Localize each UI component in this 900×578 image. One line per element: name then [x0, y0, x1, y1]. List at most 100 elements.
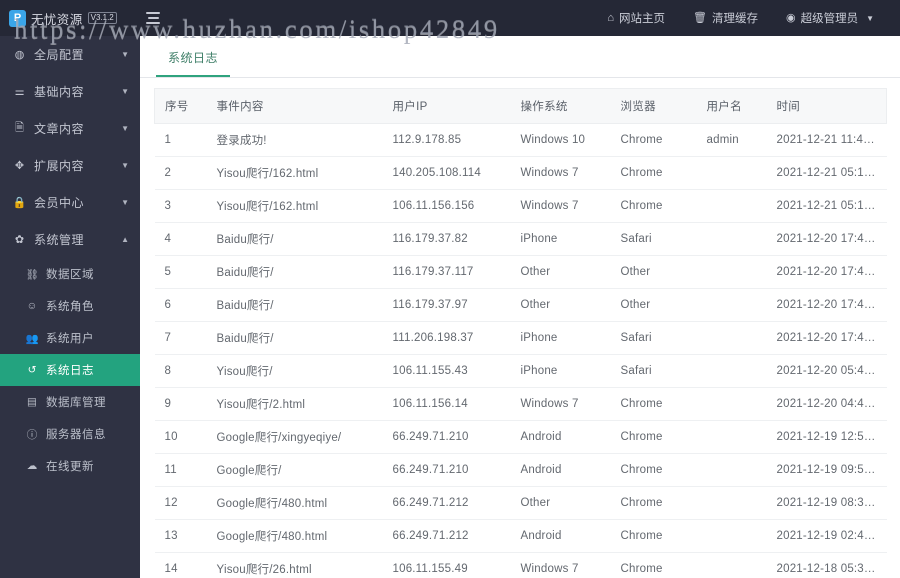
- cell-event: Google爬行/xingyeqiye/: [206, 420, 383, 454]
- col-header-user-ip: 用户IP: [382, 88, 511, 124]
- sidebar-subitem-server-info[interactable]: ⓘ 服务器信息: [0, 418, 140, 450]
- cell-browser: Safari: [610, 222, 697, 256]
- table-row[interactable]: 5 Baidu爬行/116.179.37.117 Other Other 2021-12…: [154, 255, 887, 289]
- cell-username: [696, 420, 767, 454]
- sidebar: ◍ 全局配置 ▼ ⚌ 基础内容 ▼ 🗎 文章内容 ▼ ✥ 扩展内容 ▼ 🔒 会员…: [0, 36, 140, 578]
- table-head: 序号 事件内容 用户IP 操作系统 浏览器 用户名 时间: [154, 88, 887, 124]
- sidebar-item-label: 会员中心: [34, 196, 85, 210]
- topnav-label: 网站主页: [619, 13, 665, 25]
- sidebar-subitem-label: 数据区域: [46, 269, 94, 281]
- brand-logo-area[interactable]: 无忧资源 V3.1.2: [0, 0, 140, 36]
- sidebar-item-global-config[interactable]: ◍ 全局配置 ▼: [0, 36, 140, 73]
- top-nav-right: ⌂ 网站主页 🗑 清理缓存 ◉ 超级管理员 ▼: [593, 0, 900, 36]
- sidebar-item-article-content[interactable]: 🗎 文章内容 ▼: [0, 110, 140, 147]
- topnav-item-website-home[interactable]: ⌂ 网站主页: [593, 0, 679, 36]
- cell-os: Android: [510, 519, 611, 553]
- cell-os: Android: [510, 420, 611, 454]
- cell-user-ip: 116.179.37.97: [382, 288, 511, 322]
- chevron-down-icon: ▼: [121, 198, 129, 207]
- cell-time: 2021-12-20 04:44:08: [766, 387, 887, 421]
- version-badge: V3.1.2: [87, 12, 117, 24]
- sidebar-subitem-data-region[interactable]: ⛓ 数据区域: [0, 258, 140, 290]
- cell-index: 1: [154, 123, 207, 157]
- sidebar-item-basic-content[interactable]: ⚌ 基础内容 ▼: [0, 73, 140, 110]
- sidebar-subitem-online-update[interactable]: ☁ 在线更新: [0, 450, 140, 482]
- brand-name: 无忧资源: [31, 12, 83, 27]
- database-icon: ▤: [27, 396, 37, 408]
- table-body: 1 登录成功! 112.9.178.85 Windows 10 Chrome admin 2…: [154, 123, 887, 578]
- sidebar-item-label: 文章内容: [34, 122, 85, 136]
- topnav-item-clear-cache[interactable]: 🗑 清理缓存: [679, 0, 772, 36]
- sidebar-item-member-center[interactable]: 🔒 会员中心 ▼: [0, 184, 140, 221]
- col-header-index: 序号: [154, 88, 207, 124]
- sidebar-item-label: 基础内容: [34, 85, 85, 99]
- cell-browser: Chrome: [610, 519, 697, 553]
- cell-user-ip: 106.11.155.49: [382, 552, 511, 578]
- table-row[interactable]: 14 Yisou爬行/26.html 106.11.155.49 Windows 7C…: [154, 552, 887, 578]
- cell-os: iPhone: [510, 321, 611, 355]
- chevron-down-icon: ▼: [121, 50, 129, 59]
- sidebar-subitem-database-management[interactable]: ▤ 数据库管理: [0, 386, 140, 418]
- chevron-down-icon: ▼: [121, 124, 129, 133]
- cell-username: [696, 387, 767, 421]
- table-row[interactable]: 2 Yisou爬行/162.html 140.205.108.114 Windows …: [154, 156, 887, 190]
- sidebar-item-extension-content[interactable]: ✥ 扩展内容 ▼: [0, 147, 140, 184]
- cell-browser: Chrome: [610, 453, 697, 487]
- cell-user-ip: 66.249.71.212: [382, 519, 511, 553]
- expand-icon: ✥: [14, 160, 25, 172]
- cell-os: Other: [510, 255, 611, 289]
- table-row[interactable]: 7 Baidu爬行/111.206.198.37 iPhone Safari 2021-…: [154, 321, 887, 355]
- table-row[interactable]: 13 Google爬行/480.html 66.249.71.212 Android C…: [154, 519, 887, 553]
- cell-os: Windows 7: [510, 189, 611, 223]
- cell-user-ip: 66.249.71.212: [382, 486, 511, 520]
- cell-os: Other: [510, 288, 611, 322]
- table-row[interactable]: 12 Google爬行/480.html 66.249.71.212 Other Chr…: [154, 486, 887, 520]
- cloud-upload-icon: ☁: [26, 460, 38, 472]
- table-row[interactable]: 9 Yisou爬行/2.html 106.11.156.14 Windows 7 Chr…: [154, 387, 887, 421]
- table-row[interactable]: 1 登录成功! 112.9.178.85 Windows 10 Chrome admin 2…: [154, 123, 887, 157]
- cell-os: Windows 10: [510, 123, 611, 157]
- cell-event: Yisou爬行/26.html: [206, 552, 383, 578]
- cell-index: 9: [154, 387, 207, 421]
- topnav-label: 清理缓存: [711, 13, 758, 25]
- cell-browser: Other: [610, 255, 697, 289]
- sidebar-item-system-management[interactable]: ✿ 系统管理 ▲: [0, 221, 140, 258]
- cell-time: 2021-12-20 17:44:42: [766, 321, 887, 355]
- table-row[interactable]: 8 Yisou爬行/106.11.155.43 iPhone Safari 2021-1…: [154, 354, 887, 388]
- cell-browser: Chrome: [610, 123, 697, 157]
- col-header-browser: 浏览器: [610, 88, 697, 124]
- sidebar-subitem-system-log[interactable]: ↺ 系统日志: [0, 354, 140, 386]
- cell-event: Yisou爬行/162.html: [206, 189, 383, 223]
- col-header-username: 用户名: [696, 88, 767, 124]
- cell-browser: Chrome: [610, 486, 697, 520]
- hamburger-bar: [147, 17, 159, 19]
- table-row[interactable]: 10 Google爬行/xingyeqiye/66.249.71.210 Andro…: [154, 420, 887, 454]
- sidebar-subitem-system-user[interactable]: 👥 系统用户: [0, 322, 140, 354]
- cell-user-ip: 112.9.178.85: [382, 123, 511, 157]
- topnav-item-user-menu[interactable]: ◉ 超级管理员 ▼: [772, 0, 888, 36]
- cell-username: [696, 189, 767, 223]
- table-row[interactable]: 4 Baidu爬行/116.179.37.82 iPhone Safari 2021-1…: [154, 222, 887, 256]
- table-row[interactable]: 11 Google爬行/66.249.71.210 Android Chrome 202…: [154, 453, 887, 487]
- table-row[interactable]: 6 Baidu爬行/116.179.37.97 Other Other 2021-12-…: [154, 288, 887, 322]
- cell-os: Windows 7: [510, 156, 611, 190]
- cell-browser: Chrome: [610, 189, 697, 223]
- cell-time: 2021-12-21 05:10:33: [766, 156, 887, 190]
- cell-event: Yisou爬行/: [206, 354, 383, 388]
- sitemap-icon: ⛓: [25, 268, 39, 281]
- cell-index: 11: [154, 453, 207, 487]
- sidebar-subitem-system-role[interactable]: ☺ 系统角色: [0, 290, 140, 322]
- cell-time: 2021-12-20 17:44:45: [766, 288, 887, 322]
- cell-user-ip: 106.11.156.156: [382, 189, 511, 223]
- tab-system-log[interactable]: 系统日志: [156, 49, 231, 77]
- cell-event: Yisou爬行/2.html: [206, 387, 383, 421]
- cell-username: [696, 156, 767, 190]
- cell-os: Android: [510, 453, 611, 487]
- sidebar-toggle-icon[interactable]: [140, 0, 166, 36]
- cell-event: Baidu爬行/: [206, 222, 383, 256]
- table-row[interactable]: 3 Yisou爬行/162.html 106.11.156.156 Windows 7…: [154, 189, 887, 223]
- cell-username: [696, 288, 767, 322]
- cell-os: iPhone: [510, 354, 611, 388]
- chevron-down-icon: ▼: [866, 13, 874, 23]
- cell-username: [696, 486, 767, 520]
